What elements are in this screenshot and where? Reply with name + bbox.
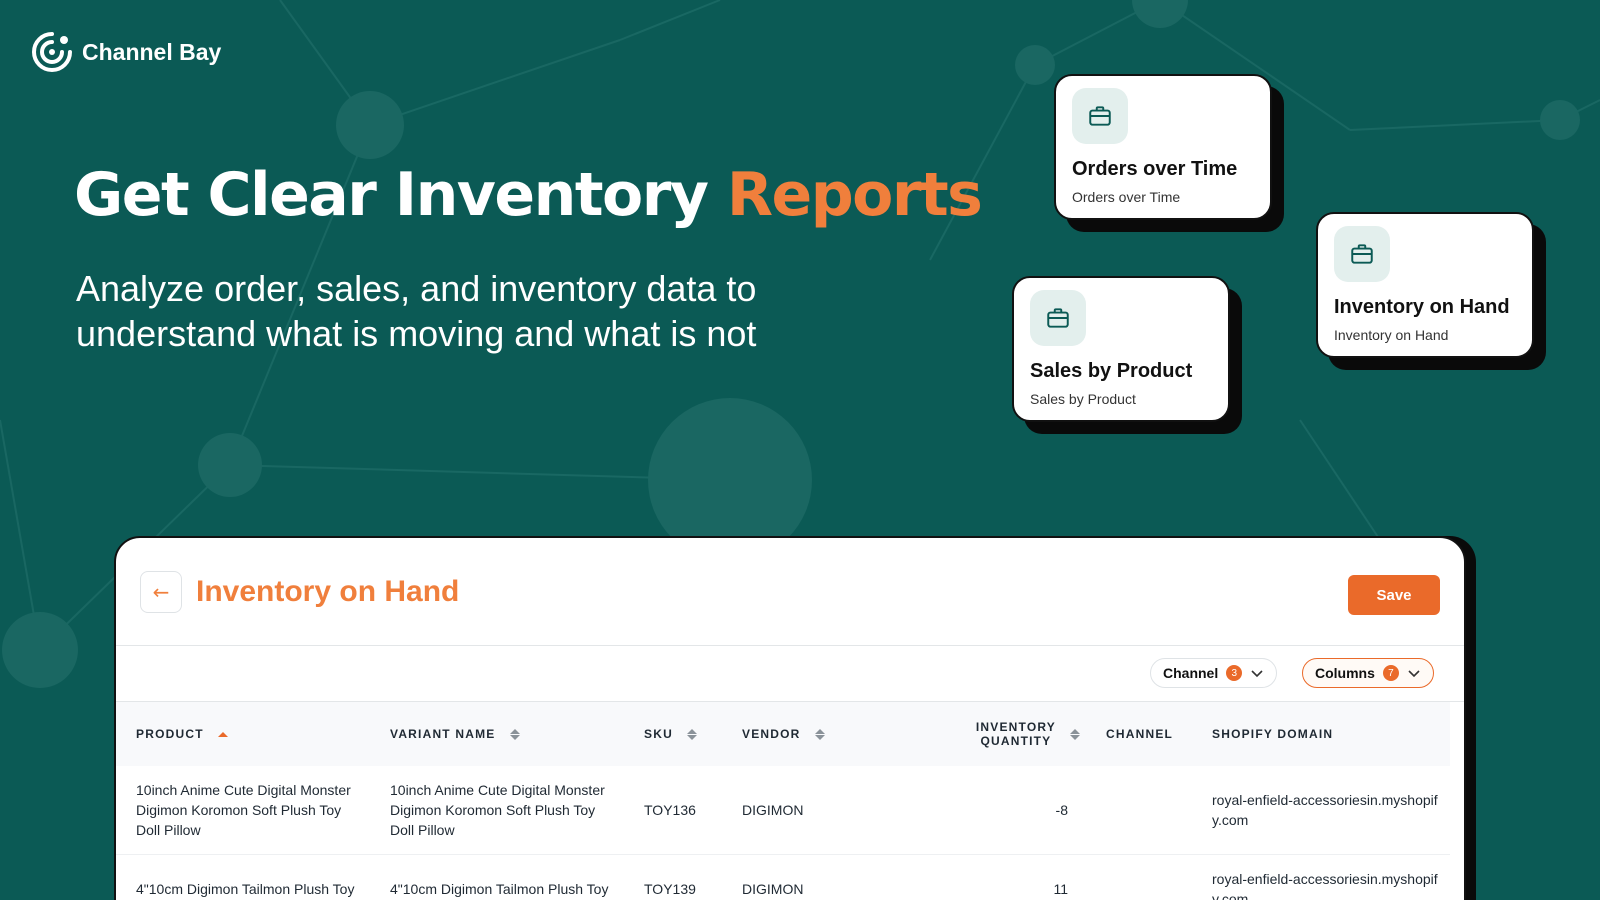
brand-logo[interactable]: Channel Bay	[30, 30, 221, 74]
hero-title-main: Get Clear Inventory	[74, 160, 709, 230]
sort-icon[interactable]	[814, 728, 825, 740]
report-card-subtitle: Inventory on Hand	[1334, 327, 1449, 343]
cell-vendor: DIGIMON	[742, 802, 804, 818]
column-header-label: VENDOR	[742, 727, 801, 741]
cell-domain: royal-enfield-accessoriesin.myshopify.co…	[1212, 792, 1438, 828]
cell-sku: TOY139	[644, 881, 696, 897]
report-card-sales-by-product[interactable]: Sales by Product Sales by Product	[1012, 276, 1230, 422]
cell-variant: 4"10cm Digimon Tailmon Plush Toy	[390, 881, 609, 897]
cell-sku: TOY136	[644, 802, 696, 818]
channel-bay-logo-icon	[32, 32, 72, 72]
column-header-label-line1: INVENTORY	[975, 720, 1056, 734]
sort-ascending-icon[interactable]	[217, 731, 228, 737]
column-header-inventory-quantity[interactable]: INVENTORY QUANTITY	[952, 702, 1086, 766]
column-header-label: SKU	[644, 727, 673, 741]
report-card-inventory-on-hand[interactable]: Inventory on Hand Inventory on Hand	[1316, 212, 1534, 358]
filter-bar: Channel 3 Columns 7	[116, 646, 1464, 702]
report-title: Inventory on Hand	[196, 574, 460, 608]
inventory-table: PRODUCT VARIANT NAME SKU VENDOR INVENTOR…	[116, 702, 1450, 900]
column-header-vendor[interactable]: VENDOR	[722, 702, 952, 766]
report-card-title: Sales by Product	[1030, 360, 1193, 382]
briefcase-icon	[1072, 88, 1128, 144]
report-card-orders-over-time[interactable]: Orders over Time Orders over Time	[1054, 74, 1272, 220]
cell-domain: royal-enfield-accessoriesin.myshopify.co…	[1212, 871, 1438, 900]
inventory-table-wrapper: PRODUCT VARIANT NAME SKU VENDOR INVENTOR…	[116, 702, 1464, 900]
chevron-down-icon	[1251, 670, 1263, 678]
column-header-label: INVENTORY QUANTITY	[976, 720, 1056, 748]
hero-title: Get Clear Inventory Reports	[74, 160, 983, 230]
column-header-label-line2: QUANTITY	[980, 734, 1052, 748]
report-card-title: Inventory on Hand	[1334, 296, 1510, 318]
cell-product: 4"10cm Digimon Tailmon Plush Toy	[136, 881, 355, 897]
channel-filter-count-badge: 3	[1226, 665, 1243, 681]
hero-subtitle-line2: understand what is moving and what is no…	[76, 313, 757, 354]
brand-name: Channel Bay	[82, 38, 222, 65]
sort-icon[interactable]	[1070, 728, 1080, 740]
save-button[interactable]: Save	[1348, 575, 1440, 615]
column-header-label: SHOPIFY DOMAIN	[1212, 727, 1334, 741]
briefcase-icon	[1030, 290, 1086, 346]
sort-icon[interactable]	[686, 728, 697, 740]
column-header-channel[interactable]: CHANNEL	[1086, 702, 1192, 766]
column-header-sku[interactable]: SKU	[624, 702, 722, 766]
column-header-variant-name[interactable]: VARIANT NAME	[370, 702, 624, 766]
cell-channel	[1086, 766, 1192, 855]
report-panel: ← Inventory on Hand Save Channel 3 Colum…	[114, 536, 1466, 900]
table-row[interactable]: 4"10cm Digimon Tailmon Plush Toy 4"10cm …	[116, 855, 1450, 900]
cell-quantity: 11	[1053, 881, 1068, 897]
cell-variant: 10inch Anime Cute Digital Monster Digimo…	[390, 782, 605, 838]
column-header-product[interactable]: PRODUCT	[116, 702, 370, 766]
report-header: ← Inventory on Hand Save	[116, 538, 1464, 646]
chevron-down-icon	[1408, 670, 1420, 678]
channel-filter-dropdown[interactable]: Channel 3	[1150, 658, 1278, 688]
arrow-left-icon: ←	[152, 579, 170, 604]
cell-product: 10inch Anime Cute Digital Monster Digimo…	[136, 782, 351, 838]
channel-filter-label: Channel	[1163, 665, 1219, 681]
back-button[interactable]: ←	[140, 570, 182, 613]
columns-filter-count-badge: 7	[1382, 665, 1399, 681]
cell-channel	[1086, 855, 1192, 900]
table-header-row: PRODUCT VARIANT NAME SKU VENDOR INVENTOR…	[116, 702, 1450, 766]
cell-quantity: -8	[1055, 802, 1068, 818]
columns-filter-label: Columns	[1315, 665, 1375, 681]
sort-icon[interactable]	[509, 728, 520, 740]
column-header-label: CHANNEL	[1106, 727, 1174, 741]
briefcase-icon	[1334, 226, 1390, 282]
hero-subtitle-line1: Analyze order, sales, and inventory data…	[76, 268, 757, 309]
report-card-title: Orders over Time	[1072, 158, 1238, 180]
column-header-label: VARIANT NAME	[390, 727, 496, 741]
report-card-subtitle: Orders over Time	[1072, 189, 1181, 205]
report-card-subtitle: Sales by Product	[1030, 391, 1136, 407]
hero-title-accent: Reports	[726, 160, 983, 230]
column-header-label: PRODUCT	[136, 727, 204, 741]
columns-filter-dropdown[interactable]: Columns 7	[1302, 658, 1434, 688]
hero-subtitle: Analyze order, sales, and inventory data…	[76, 266, 836, 356]
cell-vendor: DIGIMON	[742, 881, 804, 897]
column-header-shopify-domain[interactable]: SHOPIFY DOMAIN	[1192, 702, 1450, 766]
table-row[interactable]: 10inch Anime Cute Digital Monster Digimo…	[116, 766, 1450, 855]
